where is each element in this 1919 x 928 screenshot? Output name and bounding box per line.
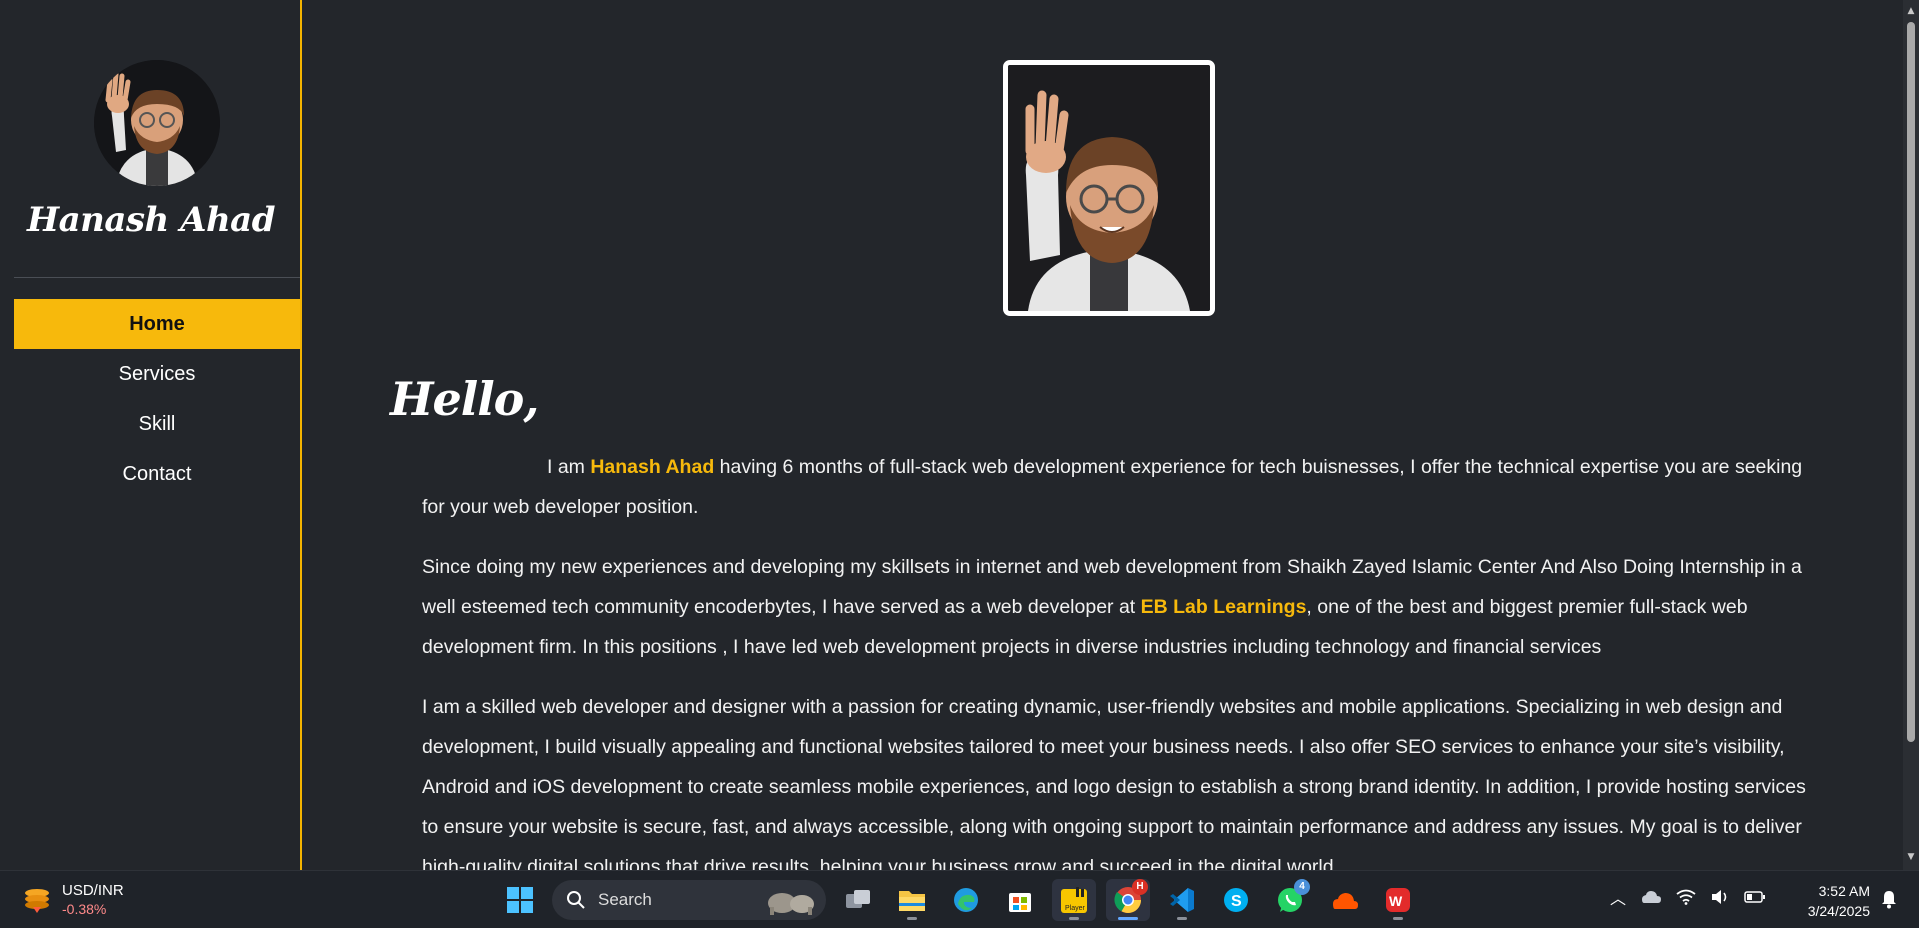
edge-icon[interactable]	[944, 879, 988, 921]
soundcloud-icon[interactable]	[1322, 879, 1366, 921]
windows-start-icon[interactable]	[498, 879, 542, 921]
stock-widget[interactable]: USD/INR -0.38%	[22, 881, 124, 919]
scroll-up-arrow-icon[interactable]: ▲	[1906, 6, 1916, 16]
page-scrollbar[interactable]: ▲ ▼	[1903, 0, 1919, 870]
clock-date: 3/24/2025	[1807, 903, 1870, 919]
sidebar-divider	[14, 277, 300, 278]
running-indicator	[1069, 917, 1079, 920]
profile-portrait	[1003, 60, 1215, 316]
task-view-icon[interactable]	[836, 879, 880, 921]
experience-paragraph: Since doing my new experiences and devel…	[422, 547, 1812, 667]
brand-name: Hanash Ahad	[26, 200, 276, 240]
highlight-name: Hanash Ahad	[590, 456, 715, 478]
coins-icon	[25, 889, 49, 913]
profile-avatar	[94, 60, 220, 186]
wps-office-icon[interactable]: W	[1376, 879, 1420, 921]
search-icon	[567, 891, 585, 909]
greeting-heading: Hello,	[390, 372, 539, 426]
sidebar: Hanash Ahad Home Services Skill Contact	[0, 0, 302, 870]
taskbar-search[interactable]: Search	[552, 880, 826, 920]
whatsapp-unread-badge: 4	[1294, 879, 1310, 895]
taskbar-clock[interactable]: 3:52 AM 3/24/2025	[1790, 881, 1870, 921]
chrome-icon[interactable]: H	[1106, 879, 1150, 921]
player-icon[interactable]: Player	[1052, 879, 1096, 921]
battery-icon[interactable]	[1744, 890, 1766, 904]
about-text: I am Hanash Ahad having 6 months of full…	[422, 447, 1812, 870]
nav-item-contact[interactable]: Contact	[14, 449, 300, 499]
show-hidden-icons-chevron-icon[interactable]: ︿	[1610, 885, 1626, 909]
volume-icon[interactable]	[1710, 889, 1730, 905]
highlight-company: EB Lab Learnings	[1140, 596, 1307, 618]
active-indicator	[1118, 917, 1138, 920]
nav-item-skill[interactable]: Skill	[14, 399, 300, 449]
running-indicator	[1393, 917, 1403, 920]
svg-text:Player: Player	[1065, 905, 1086, 912]
skype-icon[interactable]: S	[1214, 879, 1258, 921]
whatsapp-icon[interactable]: 4	[1268, 879, 1312, 921]
system-tray: ︿	[1610, 885, 1766, 909]
taskbar-apps: Search Player H S 4 W	[498, 879, 1420, 921]
intro-paragraph: I am Hanash Ahad having 6 months of full…	[422, 447, 1812, 527]
sidebar-nav: Home Services Skill Contact	[14, 299, 300, 499]
microsoft-store-icon[interactable]	[998, 879, 1042, 921]
running-indicator	[907, 917, 917, 920]
nav-item-home[interactable]: Home	[14, 299, 300, 349]
file-explorer-icon[interactable]	[890, 879, 934, 921]
clock-time: 3:52 AM	[1818, 883, 1870, 899]
stock-change: -0.38%	[62, 901, 107, 917]
stock-symbol: USD/INR	[62, 882, 124, 899]
scroll-thumb[interactable]	[1907, 22, 1915, 742]
skills-paragraph: I am a skilled web developer and designe…	[422, 696, 1806, 870]
notification-bell-icon[interactable]	[1880, 889, 1898, 909]
running-indicator	[1177, 917, 1187, 920]
nav-item-services[interactable]: Services	[14, 349, 300, 399]
intro-prefix: I am	[547, 456, 591, 478]
browser-page: Hanash Ahad Home Services Skill Contact	[0, 0, 1919, 870]
windows-taskbar: USD/INR -0.38% Search Player H S 4 W ︿ 3…	[0, 870, 1919, 928]
elephant-icon	[768, 893, 814, 915]
vscode-icon[interactable]	[1160, 879, 1204, 921]
onedrive-icon[interactable]	[1640, 888, 1662, 906]
main-content: Hello, I am Hanash Ahad having 6 months …	[302, 0, 1903, 870]
svg-text:W: W	[1389, 893, 1403, 909]
chrome-profile-badge: H	[1132, 879, 1148, 895]
search-label: Search	[598, 890, 652, 909]
svg-text:S: S	[1231, 893, 1242, 910]
wifi-icon[interactable]	[1676, 889, 1696, 905]
scroll-down-arrow-icon[interactable]: ▼	[1906, 852, 1916, 862]
